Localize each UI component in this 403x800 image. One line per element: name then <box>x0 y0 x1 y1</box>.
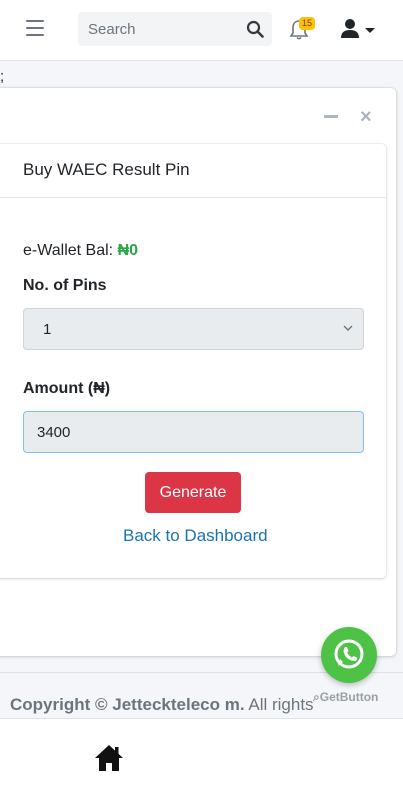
wallet-balance: e-Wallet Bal: ₦0 <box>23 242 138 260</box>
menu-icon[interactable] <box>26 20 44 36</box>
chevron-down-icon <box>343 325 353 331</box>
close-icon[interactable]: × <box>360 107 372 127</box>
pins-label: No. of Pins <box>23 277 107 294</box>
amount-input[interactable] <box>23 411 364 453</box>
copyright-prefix: Copyright © <box>10 695 108 714</box>
user-menu[interactable] <box>340 18 380 40</box>
search-icon[interactable] <box>246 20 264 38</box>
whatsapp-button[interactable] <box>321 627 377 683</box>
copyright-text: Copyright © Jetteckteleco m. All rights <box>10 695 314 715</box>
card-title: Buy WAEC Result Pin <box>23 160 190 179</box>
getbutton-logo-icon: ⌕ <box>313 690 320 704</box>
getbutton-label: ⌕GetButton <box>313 690 379 704</box>
company-link[interactable]: Jetteckteleco m. <box>112 695 244 714</box>
search-input[interactable] <box>78 12 238 46</box>
minimize-icon[interactable] <box>324 115 338 118</box>
pins-selected-value: 1 <box>43 321 52 338</box>
stray-text: ; <box>0 68 5 85</box>
whatsapp-icon <box>334 639 364 669</box>
caret-down-icon <box>365 28 375 33</box>
generate-button[interactable]: Generate <box>145 472 241 513</box>
pins-select[interactable]: 1 <box>23 308 364 350</box>
top-navbar: 15 <box>0 0 403 61</box>
home-icon[interactable] <box>93 742 125 774</box>
wallet-value: ₦0 <box>117 242 139 259</box>
rights-text: All rights <box>248 695 314 714</box>
wallet-label: e-Wallet Bal: <box>23 242 114 259</box>
card-divider <box>0 197 386 198</box>
search-form <box>78 12 272 46</box>
back-to-dashboard-link[interactable]: Back to Dashboard <box>123 526 268 546</box>
user-icon <box>341 19 359 38</box>
notification-badge: 15 <box>299 17 316 30</box>
amount-label: Amount (₦) <box>23 380 111 397</box>
bottom-nav <box>0 718 403 800</box>
